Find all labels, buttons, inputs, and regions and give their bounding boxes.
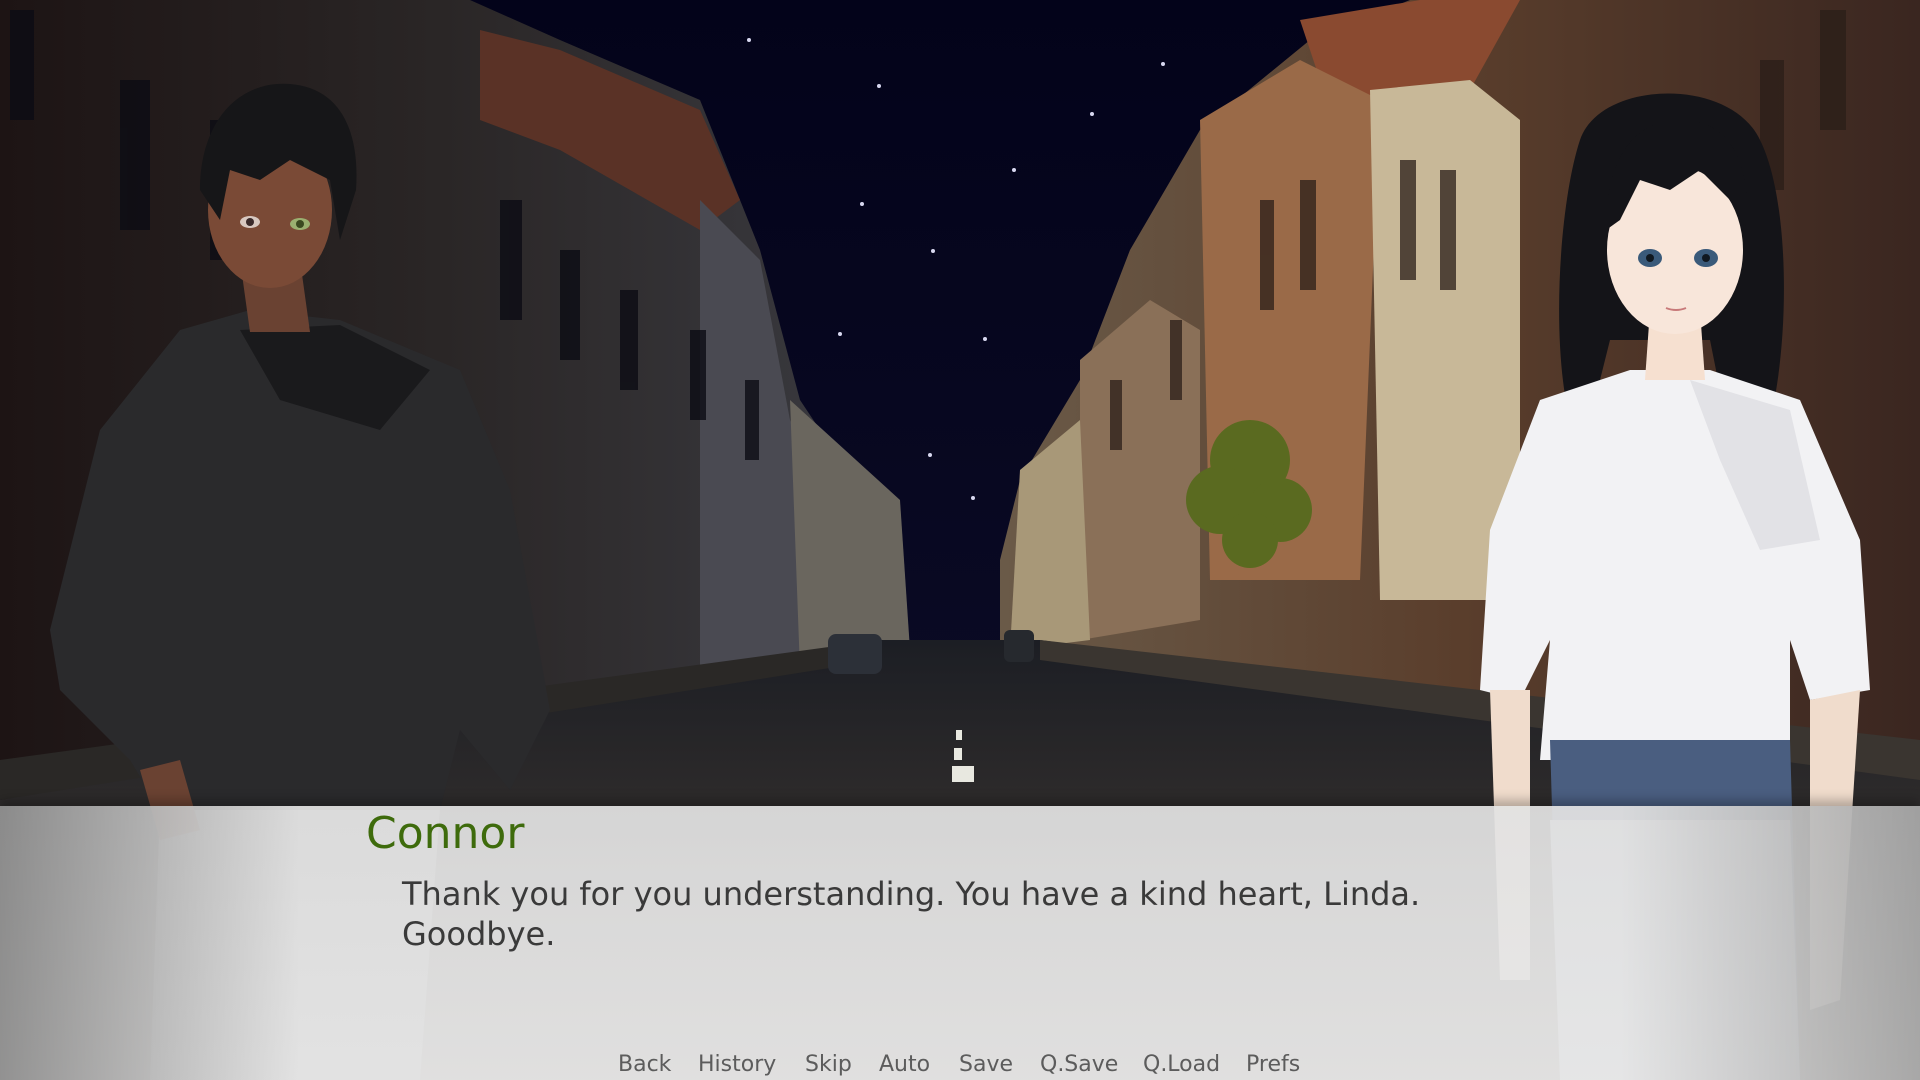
speaker-name: Connor: [366, 808, 525, 859]
back-button[interactable]: Back: [618, 1052, 671, 1077]
prefs-button[interactable]: Prefs: [1246, 1052, 1300, 1077]
textbox-fade-right: [1620, 806, 1920, 1080]
dialogue-line: Goodbye.: [402, 915, 556, 953]
qsave-button[interactable]: Q.Save: [1040, 1052, 1118, 1077]
skip-button[interactable]: Skip: [805, 1052, 852, 1077]
save-button[interactable]: Save: [959, 1052, 1013, 1077]
dialogue-text: Thank you for you understanding. You hav…: [402, 874, 1522, 954]
dialogue-line: Thank you for you understanding. You hav…: [402, 875, 1421, 913]
quick-menu: Back History Skip Auto Save Q.Save Q.Loa…: [0, 1052, 1920, 1080]
history-button[interactable]: History: [698, 1052, 776, 1077]
game-stage[interactable]: Connor Thank you for you understanding. …: [0, 0, 1920, 1080]
auto-button[interactable]: Auto: [879, 1052, 930, 1077]
qload-button[interactable]: Q.Load: [1143, 1052, 1220, 1077]
textbox-fade-left: [0, 806, 300, 1080]
